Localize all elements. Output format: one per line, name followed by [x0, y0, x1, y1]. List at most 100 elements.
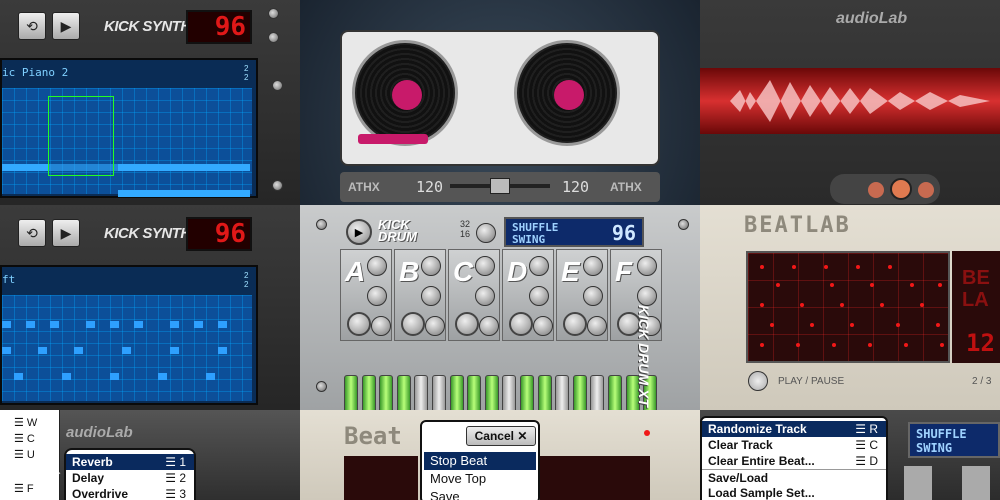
loop-button[interactable]: ⟲ [18, 12, 46, 40]
pitch-knob[interactable] [475, 286, 495, 306]
selection-box[interactable] [48, 96, 114, 176]
gain-knob[interactable] [421, 256, 441, 276]
menu-item[interactable]: Clear Track ☰ C [702, 437, 886, 453]
beat-step[interactable] [824, 265, 828, 269]
step-fader[interactable] [432, 375, 446, 410]
beat-step[interactable] [880, 303, 884, 307]
filter-knob[interactable] [509, 312, 533, 336]
note[interactable] [118, 164, 250, 171]
beat-step[interactable] [760, 303, 764, 307]
beat-step[interactable] [800, 303, 804, 307]
beat-step[interactable] [830, 283, 834, 287]
step-fader[interactable] [344, 375, 358, 410]
filter-knob[interactable] [401, 312, 425, 336]
shortcut-item[interactable]: ☰ F [14, 482, 54, 495]
record-button[interactable] [890, 178, 912, 200]
beat-step[interactable] [760, 265, 764, 269]
pitch-knob[interactable] [367, 286, 387, 306]
decay-knob[interactable] [425, 316, 445, 336]
beat-step[interactable] [936, 323, 940, 327]
beat-step[interactable] [760, 343, 764, 347]
beat-step[interactable] [870, 283, 874, 287]
pitch-knob[interactable] [583, 286, 603, 306]
step-fader[interactable] [396, 375, 411, 410]
left-pitch-bar[interactable] [358, 134, 428, 144]
step-fader[interactable] [502, 375, 517, 410]
beat-step[interactable] [896, 323, 900, 327]
decay-knob[interactable] [371, 316, 391, 336]
step[interactable] [158, 373, 167, 380]
step[interactable] [218, 347, 227, 354]
play-button[interactable]: ▶ [346, 219, 372, 245]
forward-button[interactable] [918, 182, 934, 198]
step-fader[interactable] [520, 375, 534, 410]
pitch-knob[interactable] [529, 286, 549, 306]
gain-knob[interactable] [475, 256, 495, 276]
shortcut-item[interactable]: ☰ W [14, 416, 54, 429]
step[interactable] [110, 321, 119, 328]
beat-step[interactable] [832, 343, 836, 347]
step-fader[interactable] [537, 375, 552, 410]
note-grid[interactable] [2, 88, 252, 194]
step-fader[interactable] [449, 375, 464, 410]
step[interactable] [38, 347, 47, 354]
crossfader[interactable] [450, 178, 550, 194]
filter-knob[interactable] [347, 312, 371, 336]
gain-knob[interactable] [583, 256, 603, 276]
pitch-knob[interactable] [637, 286, 657, 306]
beat-step[interactable] [796, 343, 800, 347]
beat-step[interactable] [770, 323, 774, 327]
loop-button[interactable]: ⟲ [18, 219, 46, 247]
step-fader[interactable] [590, 375, 605, 410]
beat-step[interactable] [850, 323, 854, 327]
decay-knob[interactable] [533, 316, 553, 336]
crossfader-knob[interactable] [490, 178, 510, 194]
menu-item[interactable]: Randomize Track ☰ R [702, 421, 886, 437]
beat-step[interactable] [904, 343, 908, 347]
beat-step[interactable] [810, 323, 814, 327]
step[interactable] [170, 321, 179, 328]
play-button[interactable]: ▶ [52, 219, 80, 247]
menu-item[interactable]: Save/Load [702, 469, 886, 485]
menu-item[interactable]: Move Top [424, 470, 536, 488]
step[interactable] [2, 321, 11, 328]
step-fader[interactable] [379, 375, 394, 410]
shortcut-item[interactable]: ☰ U [14, 448, 54, 461]
decay-knob[interactable] [479, 316, 499, 336]
right-platter[interactable] [514, 40, 620, 146]
step[interactable] [86, 321, 95, 328]
beat-step[interactable] [888, 265, 892, 269]
beat-step[interactable] [792, 265, 796, 269]
step-fader[interactable] [555, 375, 570, 410]
step[interactable] [206, 373, 215, 380]
left-platter[interactable] [352, 40, 458, 146]
step[interactable] [218, 321, 227, 328]
beat-step[interactable] [938, 283, 942, 287]
step-fader[interactable] [572, 375, 587, 410]
step-fader[interactable] [608, 375, 622, 410]
step-fader[interactable] [414, 375, 429, 410]
gain-knob[interactable] [637, 256, 657, 276]
beat-step[interactable] [910, 283, 914, 287]
step-fader[interactable] [467, 375, 482, 410]
step[interactable] [134, 321, 143, 328]
menu-item[interactable]: Save [424, 488, 536, 500]
cancel-button[interactable]: Cancel ✕ [466, 426, 536, 446]
rewind-button[interactable] [868, 182, 884, 198]
step[interactable] [194, 321, 203, 328]
menu-item[interactable]: Load Sample Set... [702, 485, 886, 500]
beat-step[interactable] [940, 343, 944, 347]
step[interactable] [122, 347, 131, 354]
forward-button[interactable] [476, 223, 496, 243]
gain-knob[interactable] [367, 256, 387, 276]
decay-knob[interactable] [587, 316, 607, 336]
gain-knob[interactable] [529, 256, 549, 276]
step[interactable] [50, 321, 59, 328]
note[interactable] [118, 190, 250, 197]
menu-item-delay[interactable]: Delay ☰ 2 [66, 470, 194, 486]
step[interactable] [74, 347, 83, 354]
step[interactable] [110, 373, 119, 380]
step[interactable] [170, 347, 179, 354]
beat-step[interactable] [776, 283, 780, 287]
filter-knob[interactable] [563, 312, 587, 336]
